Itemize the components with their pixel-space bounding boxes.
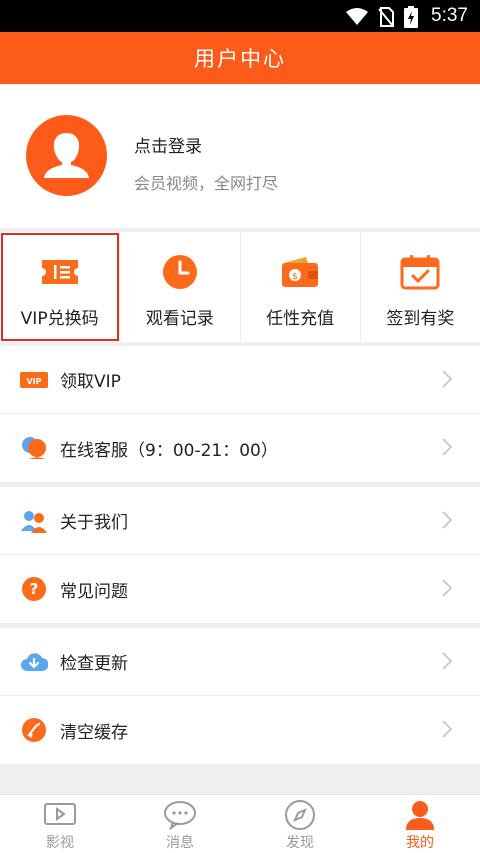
chevron-right-icon (442, 511, 452, 529)
customer-service-icon (20, 434, 48, 462)
menu-item-faq[interactable]: ? 常见问题 (0, 555, 480, 623)
app-header: 用户中心 (0, 32, 480, 84)
tab-label: 消息 (166, 835, 194, 851)
chevron-right-icon (442, 370, 452, 388)
menu-group-about: 关于我们 ? 常见问题 (0, 487, 480, 623)
menu-item-check-update[interactable]: 检查更新 (0, 628, 480, 696)
menu-item-label: 检查更新 (60, 654, 128, 674)
avatar[interactable] (26, 115, 107, 196)
page-title: 用户中心 (194, 47, 286, 71)
quick-action-label: 观看记录 (145, 309, 214, 329)
status-time: 5:37 (431, 5, 468, 26)
question-icon: ? (20, 575, 48, 603)
menu-item-label: 领取VIP (60, 372, 121, 392)
quick-action-label: 任性充值 (266, 309, 335, 329)
user-icon (404, 799, 436, 831)
chevron-right-icon (442, 579, 452, 597)
quick-actions: VIP兑换码 观看记录 $ 任性充值 签到有奖 (0, 232, 480, 342)
menu-item-label: 清空缓存 (60, 722, 128, 743)
bottom-tab-bar: 影视 消息 发现 我的 (0, 794, 480, 853)
broom-icon (20, 716, 48, 744)
quick-action-vip-code[interactable]: VIP兑换码 (0, 232, 121, 342)
tab-label: 发现 (286, 835, 314, 851)
menu-group-vip: VIP 领取VIP 在线客服（9：00-21：00） (0, 346, 480, 482)
menu-group-system: 检查更新 清空缓存 (0, 628, 480, 764)
svg-text:VIP: VIP (26, 377, 41, 386)
default-avatar-icon (44, 133, 89, 178)
battery-icon (404, 6, 418, 28)
chevron-right-icon (442, 438, 452, 456)
status-icons (346, 6, 418, 28)
menu-item-clear-cache[interactable]: 清空缓存 (0, 696, 480, 764)
tab-mine[interactable]: 我的 (360, 795, 480, 853)
no-sim-icon (378, 7, 394, 27)
tab-videos[interactable]: 影视 (0, 795, 120, 853)
menu-item-customer-service[interactable]: 在线客服（9：00-21：00） (0, 414, 480, 482)
wifi-icon (346, 8, 368, 25)
menu-item-about-us[interactable]: 关于我们 (0, 487, 480, 555)
tab-discover[interactable]: 发现 (240, 795, 360, 853)
tab-label: 我的 (406, 835, 434, 851)
chevron-right-icon (442, 652, 452, 670)
tab-label: 影视 (46, 835, 74, 851)
login-link[interactable]: 点击登录 (134, 132, 202, 157)
profile-subtitle: 会员视频，全网打尽 (134, 174, 279, 193)
wallet-icon: $ (278, 252, 322, 292)
quick-action-label: 签到有奖 (386, 309, 455, 329)
vip-badge-icon: VIP (20, 366, 48, 394)
status-bar: 5:37 (0, 0, 480, 32)
quick-action-label: VIP兑换码 (20, 309, 99, 329)
svg-text:$: $ (292, 272, 298, 282)
quick-action-recharge[interactable]: $ 任性充值 (241, 232, 361, 342)
tab-messages[interactable]: 消息 (120, 795, 240, 853)
clock-icon (158, 252, 202, 292)
menu-item-label: 常见问题 (60, 581, 128, 602)
compass-icon (284, 799, 316, 831)
chevron-right-icon (442, 720, 452, 738)
quick-action-sign-in[interactable]: 签到有奖 (361, 232, 480, 342)
ticket-icon (38, 252, 82, 292)
cloud-download-icon (20, 648, 48, 676)
menu-item-label: 在线客服（9：00-21：00） (60, 440, 278, 461)
people-icon (20, 507, 48, 535)
menu-item-label: 关于我们 (60, 513, 128, 533)
quick-action-watch-history[interactable]: 观看记录 (120, 232, 241, 342)
svg-text:?: ? (30, 580, 39, 598)
calendar-check-icon (398, 252, 442, 292)
video-icon (43, 799, 77, 831)
profile-card[interactable]: 点击登录 会员视频，全网打尽 (0, 84, 480, 228)
message-icon (163, 799, 197, 831)
menu-item-claim-vip[interactable]: VIP 领取VIP (0, 346, 480, 414)
